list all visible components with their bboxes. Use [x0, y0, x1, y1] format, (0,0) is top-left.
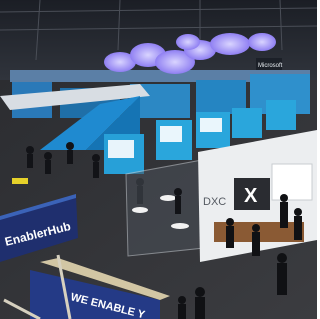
x-logo: X	[244, 185, 258, 207]
exhibition-hall-photo: Microsoft X DXC EnablerHub WE ENABLE Y	[0, 0, 317, 319]
yellow-table	[12, 178, 28, 184]
dxc-logo: DXC	[203, 196, 226, 208]
microsoft-sign: Microsoft	[258, 63, 283, 69]
glass-meeting-room	[125, 159, 205, 257]
